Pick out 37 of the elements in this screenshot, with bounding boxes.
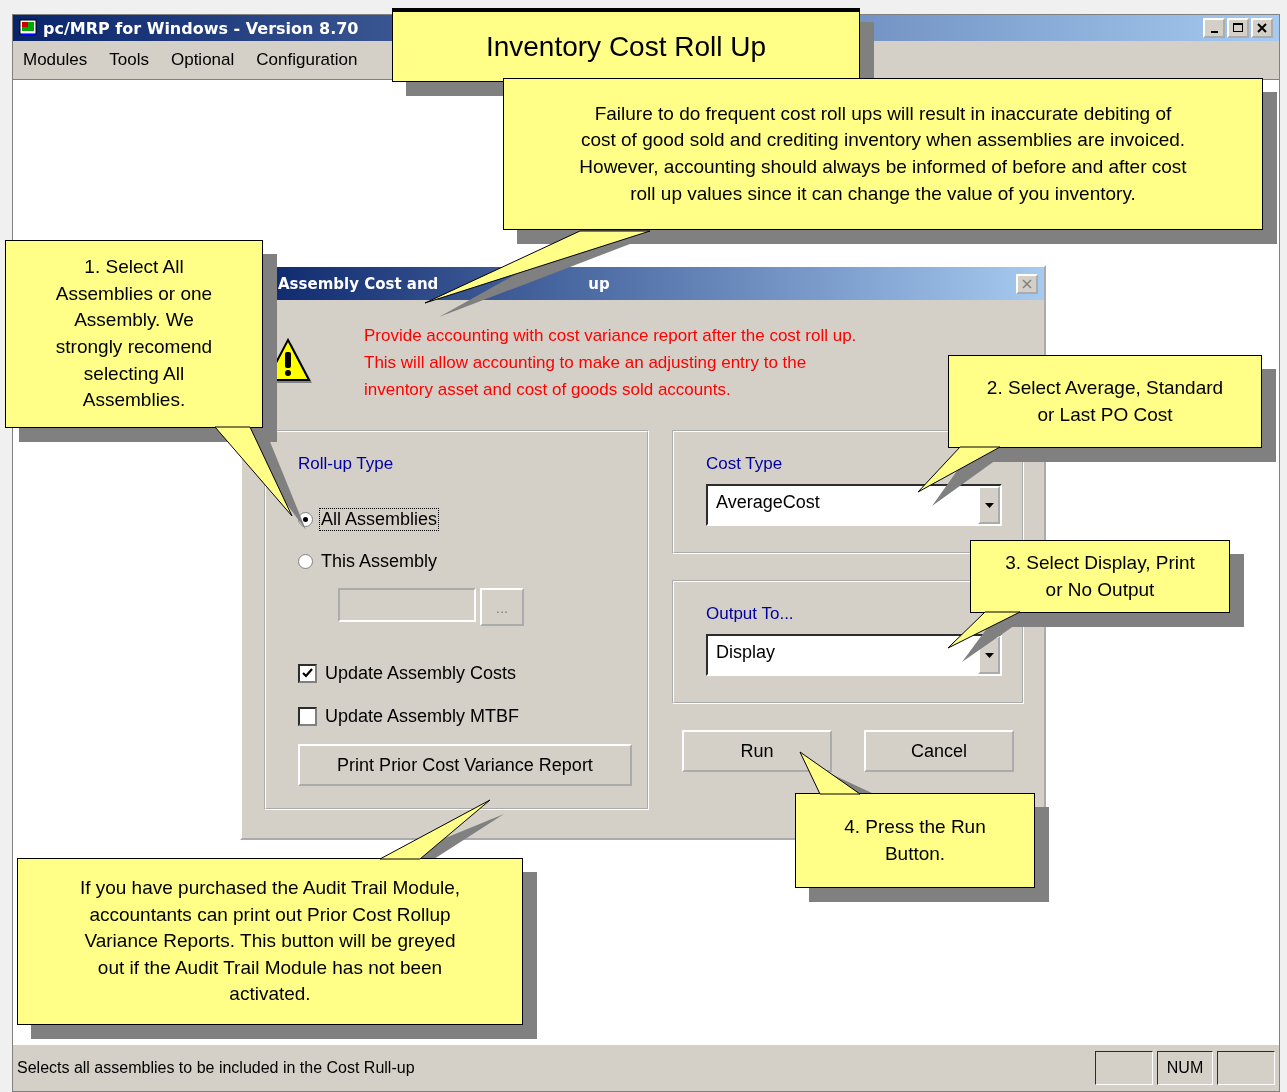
run-button[interactable]: Run [682, 730, 832, 772]
minimize-button[interactable] [1203, 18, 1225, 38]
menu-item[interactable]: Modules [23, 50, 88, 70]
checkbox[interactable] [298, 664, 317, 683]
minimize-icon [1210, 31, 1218, 33]
window-title: pc/MRP for Windows - Version 8.70 [43, 18, 359, 38]
radio-label[interactable]: This Assembly [319, 549, 440, 573]
checkbox-label[interactable]: Update Assembly Costs [325, 663, 517, 684]
status-pane [1217, 1051, 1275, 1085]
close-icon [1022, 278, 1032, 289]
callout-pointer [799, 751, 861, 795]
dialog-title: Assembly Cost and [278, 274, 439, 293]
dialog-title: up [588, 274, 610, 293]
close-button[interactable] [1251, 18, 1273, 38]
group-label: Roll-up Type [298, 454, 395, 474]
warning-message: Provide accounting with cost variance report after the cost roll up. This will allow accounting to make an adjusting entry to the inventory asset and cost of goods sold accounts. [364, 325, 857, 401]
checkmark-icon [302, 668, 313, 679]
menu-item[interactable]: Configuration [256, 50, 358, 70]
menu-item[interactable]: Optional [170, 50, 235, 70]
dropdown[interactable]: Display [706, 634, 1002, 676]
group-label: Cost Type [706, 454, 784, 474]
group-label: Output To... [706, 604, 795, 624]
status-pane [1095, 1051, 1153, 1085]
checkbox-label[interactable]: Update Assembly MTBF [325, 706, 520, 727]
radio-button[interactable] [298, 553, 313, 569]
print-report-button[interactable]: Print Prior Cost Variance Report [298, 744, 632, 786]
status-text: Selects all assemblies to be included in the Cost Rull-up [17, 1059, 416, 1077]
checkbox[interactable] [298, 707, 317, 726]
close-icon [1257, 23, 1267, 33]
maximize-icon [1233, 23, 1243, 33]
cancel-button[interactable]: Cancel [864, 730, 1014, 772]
maximize-button[interactable] [1227, 18, 1249, 38]
dropdown[interactable]: AverageCost [706, 484, 1002, 526]
menu-item[interactable]: Tools [109, 50, 149, 70]
radio-label[interactable]: All Assemblies [319, 507, 440, 531]
app-icon [19, 19, 37, 37]
num-indicator: NUM [1157, 1051, 1213, 1085]
